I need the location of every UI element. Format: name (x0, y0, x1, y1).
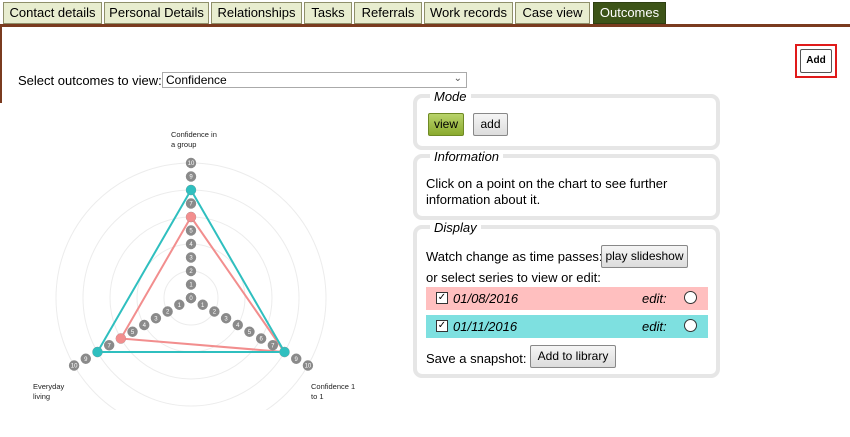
axis-label: Confidence in (171, 130, 217, 139)
axis-tick-dot: 7 (103, 340, 115, 351)
mode-panel: Mode view add (413, 90, 720, 150)
series-1-point[interactable] (115, 333, 126, 344)
content-border (0, 27, 2, 103)
information-legend: Information (430, 150, 504, 164)
information-text-line2: information about it. (426, 192, 541, 207)
series-1-edit-label: edit: (642, 291, 667, 306)
axis-tick-dot: 0 (185, 292, 197, 304)
tab-contact-details[interactable]: Contact details (3, 2, 102, 24)
tick-label: 10 (71, 364, 78, 370)
series-1-checkbox[interactable]: ✓ (436, 292, 448, 304)
mode-legend: Mode (430, 90, 471, 104)
information-panel: Information Click on a point on the char… (413, 150, 720, 220)
add-mode-button[interactable]: add (473, 113, 508, 136)
axis-tick-dot: 2 (185, 265, 197, 277)
axis-tick-dot: 4 (185, 238, 197, 250)
add-to-library-button[interactable]: Add to library (530, 345, 616, 368)
axis-tick-dot: 5 (185, 225, 197, 236)
axis-label: living (33, 392, 50, 401)
chevron-down-icon: ⌄ (453, 73, 462, 84)
tab-outcomes[interactable]: Outcomes (593, 2, 666, 24)
series-polygon-1 (119, 215, 287, 354)
tab-tasks[interactable]: Tasks (304, 2, 352, 24)
series-2-point[interactable] (186, 185, 196, 195)
axis-tick-dot: 5 (244, 326, 255, 337)
axis-tick-dot: 10 (185, 157, 197, 169)
view-mode-button[interactable]: view (428, 113, 464, 136)
series-2-point[interactable] (92, 347, 103, 357)
axis-tick-dot: 9 (80, 353, 91, 364)
play-slideshow-button[interactable]: play slideshow (601, 245, 688, 268)
axis-tick-dot: 3 (220, 313, 232, 324)
axis-tick-dot: 9 (185, 171, 197, 182)
select-outcomes-label: Select outcomes to view: (18, 73, 162, 88)
tab-work-records[interactable]: Work records (424, 2, 513, 24)
series-1-date: 01/08/2016 (453, 291, 519, 306)
add-outcome-highlight: Add (795, 44, 837, 78)
tab-personal-details[interactable]: Personal Details (104, 2, 209, 24)
outcomes-radar-chart[interactable]: 012345678910012345678910012345678910Conf… (0, 110, 400, 410)
series-2-point[interactable] (279, 347, 290, 357)
watch-change-label: Watch change as time passes: (426, 249, 603, 264)
tab-referrals[interactable]: Referrals (354, 2, 422, 24)
axis-tick-dot: 1 (185, 279, 197, 290)
axis-tick-dot: 1 (197, 299, 208, 310)
axis-tick-dot: 3 (185, 252, 197, 263)
tab-bar-underline (0, 24, 850, 27)
axis-tick-dot: 4 (139, 319, 150, 331)
tab-relationships[interactable]: Relationships (211, 2, 302, 24)
series-row-2: ✓ 01/11/2016 edit: (426, 315, 708, 338)
axis-tick-dot: 9 (291, 353, 302, 364)
tab-case-view[interactable]: Case view (515, 2, 590, 24)
axis-label: Everyday (33, 382, 65, 391)
display-panel: Display Watch change as time passes: pla… (413, 221, 720, 378)
axis-label: Confidence 1 (311, 382, 355, 391)
axis-tick-dot: 3 (150, 313, 162, 324)
axis-tick-dot: 1 (174, 299, 185, 310)
outcomes-select-value: Confidence (166, 73, 227, 87)
axis-label: to 1 (311, 392, 324, 401)
tick-label: 10 (305, 364, 312, 370)
series-1-point[interactable] (186, 212, 196, 222)
information-text-line1: Click on a point on the chart to see fur… (426, 176, 668, 191)
axis-tick-dot: 2 (209, 306, 220, 317)
series-row-1: ✓ 01/08/2016 edit: (426, 287, 708, 310)
select-series-label: or select series to view or edit: (426, 270, 601, 285)
axis-tick-dot: 7 (185, 198, 197, 209)
axis-tick-dot: 6 (255, 333, 267, 344)
tab-bar: Contact details Personal Details Relatio… (0, 0, 850, 27)
axis-tick-dot: 10 (68, 360, 80, 371)
series-2-edit-label: edit: (642, 319, 667, 334)
outcomes-select[interactable]: Confidence ⌄ (162, 72, 467, 88)
axis-tick-dot: 5 (127, 326, 138, 337)
display-legend: Display (430, 221, 481, 235)
series-2-checkbox[interactable]: ✓ (436, 320, 448, 332)
axis-tick-dot: 2 (162, 306, 173, 317)
series-1-edit-radio[interactable] (684, 291, 697, 304)
series-2-date: 01/11/2016 (453, 319, 518, 334)
tick-label: 10 (188, 161, 195, 167)
axis-label: a group (171, 140, 196, 149)
axis-tick-dot: 4 (232, 319, 243, 331)
axis-tick-dot: 10 (302, 360, 314, 371)
axis-tick-dot: 7 (267, 340, 279, 351)
add-outcome-button[interactable]: Add (800, 49, 832, 73)
series-2-edit-radio[interactable] (684, 319, 697, 332)
save-snapshot-label: Save a snapshot: (426, 351, 527, 366)
